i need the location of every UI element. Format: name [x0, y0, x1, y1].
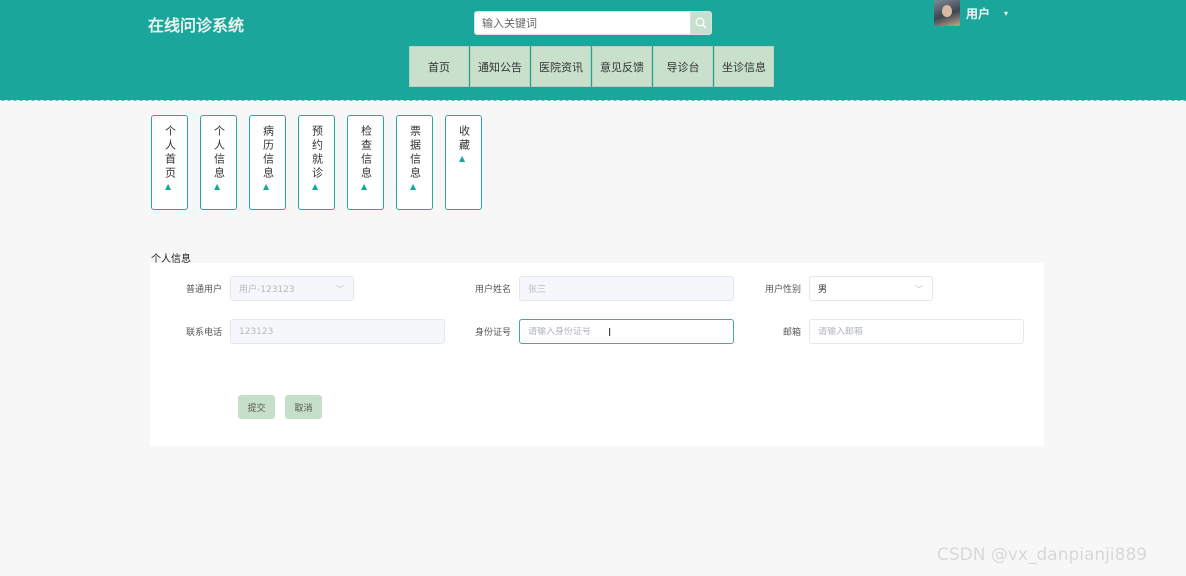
card-label: 预约就诊: [310, 125, 324, 181]
top-header: 在线问诊系统 用户 ▾ 首页 通知公告 医院资讯 意见反馈 导诊台 坐诊信息: [0, 0, 1186, 100]
field-label: 邮箱: [782, 328, 801, 338]
user-name: 用户: [966, 6, 991, 21]
card-label: 个人首页: [163, 125, 177, 181]
field-label: 用户性别: [764, 285, 801, 295]
leaf-icon: ▲: [410, 182, 417, 191]
card-exam-info[interactable]: 检查信息 ▲: [347, 115, 384, 210]
cancel-button[interactable]: 取消: [285, 395, 322, 419]
search-button[interactable]: [690, 11, 712, 35]
card-personal-info[interactable]: 个人信息 ▲: [200, 115, 237, 210]
nav-item-hospital-news[interactable]: 医院资讯: [531, 46, 591, 87]
nav-item-guide-desk[interactable]: 导诊台: [653, 46, 713, 87]
search-bar: [474, 11, 712, 35]
leaf-icon: ▲: [263, 182, 270, 191]
field-user-name: 用户姓名 张三: [439, 276, 734, 301]
card-label: 检查信息: [359, 125, 373, 181]
submit-button[interactable]: 提交: [238, 395, 275, 419]
avatar: [934, 0, 960, 26]
card-medical-records[interactable]: 病历信息 ▲: [249, 115, 286, 210]
card-personal-home[interactable]: 个人首页 ▲: [151, 115, 188, 210]
field-label: 身份证号: [474, 328, 511, 338]
card-label: 个人信息: [212, 125, 226, 181]
nav-item-feedback[interactable]: 意见反馈: [592, 46, 652, 87]
search-input[interactable]: [474, 11, 690, 35]
search-icon: [695, 17, 707, 29]
phone-value: 123123: [239, 326, 274, 337]
card-receipts[interactable]: 票据信息 ▲: [396, 115, 433, 210]
id-number-field[interactable]: I: [519, 319, 734, 344]
main-nav: 首页 通知公告 医院资讯 意见反馈 导诊台 坐诊信息: [409, 46, 774, 87]
profile-menu-cards: 个人首页 ▲ 个人信息 ▲ 病历信息 ▲ 预约就诊 ▲ 检查信息 ▲ 票据信息 …: [151, 115, 494, 210]
nav-item-home[interactable]: 首页: [409, 46, 469, 87]
leaf-icon: ▲: [361, 182, 368, 191]
caret-down-icon: ▾: [1004, 8, 1009, 18]
card-appointments[interactable]: 预约就诊 ▲: [298, 115, 335, 210]
chevron-down-icon: ﹀: [915, 285, 923, 294]
leaf-icon: ▲: [214, 182, 221, 191]
header-wave-edge: [0, 98, 1186, 104]
user-type-value: 用户-123123: [239, 285, 295, 295]
user-type-select[interactable]: 用户-123123 ﹀: [230, 276, 354, 301]
leaf-icon: ▲: [312, 182, 319, 191]
field-phone: 联系电话 123123: [150, 319, 445, 344]
watermark: CSDN @vx_danpianji889: [937, 545, 1148, 565]
site-title: 在线问诊系统: [148, 16, 245, 35]
nav-item-consultation-info[interactable]: 坐诊信息: [714, 46, 774, 87]
user-menu[interactable]: 用户 ▾: [934, 0, 1008, 26]
field-gender: 用户性别 男 ﹀: [729, 276, 933, 301]
text-cursor-icon: I: [608, 326, 612, 339]
field-id-number: 身份证号 I: [439, 319, 734, 344]
leaf-icon: ▲: [459, 154, 466, 163]
card-label: 病历信息: [261, 125, 275, 181]
id-number-input[interactable]: [528, 326, 733, 337]
gender-select[interactable]: 男 ﹀: [809, 276, 933, 301]
card-label: 票据信息: [408, 125, 422, 181]
email-field[interactable]: [809, 319, 1024, 344]
chevron-down-icon: ﹀: [336, 285, 344, 294]
gender-value: 男: [818, 285, 828, 295]
user-name-value: 张三: [528, 285, 547, 295]
field-email: 邮箱: [729, 319, 1024, 344]
field-label: 联系电话: [185, 328, 222, 338]
nav-item-notices[interactable]: 通知公告: [470, 46, 530, 87]
phone-input[interactable]: 123123: [230, 319, 445, 344]
card-favorites[interactable]: 收藏 ▲: [445, 115, 482, 210]
field-label: 用户姓名: [474, 285, 511, 295]
card-label: 收藏: [457, 125, 471, 153]
email-input[interactable]: [818, 326, 1023, 337]
field-user-type: 普通用户 用户-123123 ﹀: [150, 276, 354, 301]
profile-form: 普通用户 用户-123123 ﹀ 用户姓名 张三 用户性别 男 ﹀ 联系电话 1…: [150, 263, 1044, 446]
user-name-input[interactable]: 张三: [519, 276, 734, 301]
field-label: 普通用户: [185, 285, 222, 295]
leaf-icon: ▲: [165, 182, 172, 191]
